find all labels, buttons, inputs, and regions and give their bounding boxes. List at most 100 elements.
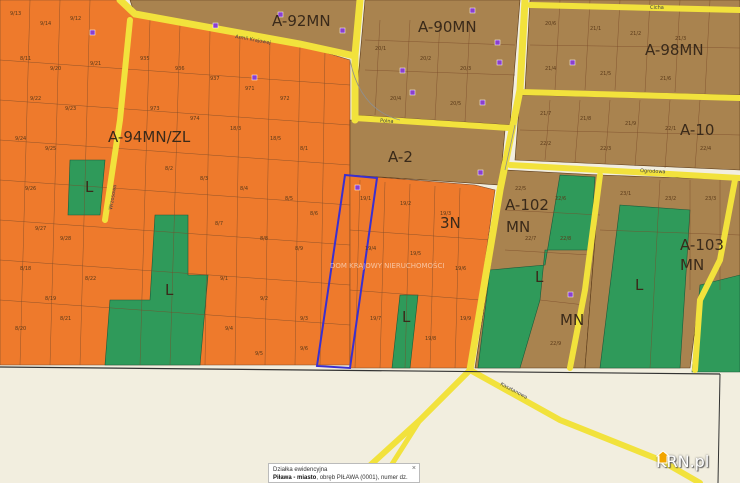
parcel-number: 19/4 (365, 246, 376, 252)
zone-label-14: L (165, 281, 174, 299)
parcel-number: 20/1 (375, 46, 386, 52)
parcel-number: 936 (175, 66, 185, 72)
parcel-number: 8/7 (215, 221, 223, 227)
parcel-number: 21/6 (660, 76, 671, 82)
parcel-number: 21/1 (590, 26, 601, 32)
zone-label-5: A-10 (680, 121, 714, 139)
zone-label-6: A-102 (505, 196, 549, 214)
parcel-number: 937 (210, 76, 220, 82)
parcel-number: 19/1 (360, 196, 371, 202)
zone-label-7: A-103 (680, 236, 724, 254)
watermark-text: DOM KRAJOWY NIERUCHOMOŚCI (330, 261, 444, 270)
parcel-number: 20/4 (390, 96, 401, 102)
parcel-number: 8/21 (60, 316, 71, 322)
parcel-number: 8/9 (295, 246, 303, 252)
parcel-number: 9/12 (70, 16, 81, 22)
parcel-number: 19/7 (370, 316, 381, 322)
parcel-number: 21/2 (630, 31, 641, 37)
cadastral-map[interactable]: A-94MN/ZL A-92MN A-90MN A-98MN A-10 A-10… (0, 0, 740, 483)
parcel-number: 19/9 (460, 316, 471, 322)
parcel-number: 22/1 (665, 126, 676, 132)
parcel-number: 9/20 (50, 66, 61, 72)
parcel-number: 19/5 (410, 251, 421, 257)
parcel-number: 9/25 (45, 146, 56, 152)
popup-close-button[interactable]: × (412, 465, 416, 473)
parcel-number: 972 (280, 96, 290, 102)
parcel-number: 21/3 (675, 36, 686, 42)
parcel-number: 21/9 (625, 121, 636, 127)
parcel-number: 9/2 (260, 296, 268, 302)
parcel-number: 9/6 (300, 346, 308, 352)
parcel-number: 973 (150, 106, 160, 112)
parcel-number: 8/19 (45, 296, 56, 302)
parcel-number: 21/8 (580, 116, 591, 122)
popup-details: Piława - miasto, obręb PIŁAWA (0001), nu… (273, 474, 415, 483)
popup-title: Działka ewidencyjna (273, 467, 328, 473)
parcel-number: 19/3 (440, 211, 451, 217)
parcel-number: 9/4 (225, 326, 233, 332)
parcel-number: 9/14 (40, 21, 51, 27)
parcel-number: 18/5 (270, 136, 281, 142)
parcel-number: 9/24 (15, 136, 26, 142)
parcel-number: 9/21 (90, 61, 101, 67)
parcel-number: 23/3 (705, 196, 716, 202)
street-label-1: Cicha (650, 5, 664, 11)
parcel-number: 22/5 (515, 186, 526, 192)
parcel-number: 974 (190, 116, 200, 122)
zone-label-15: L (402, 308, 411, 326)
street-label-3: Polna (380, 118, 394, 125)
zone-label-1: A-94MN/ZL (108, 128, 191, 146)
parcel-number: 19/2 (400, 201, 411, 207)
parcel-number: 9/26 (25, 186, 36, 192)
zone-label-16: L (535, 268, 544, 286)
parcel-number: 9/23 (65, 106, 76, 112)
parcel-number: 20/5 (450, 101, 461, 107)
map-canvas[interactable]: A-94MN/ZL A-92MN A-90MN A-98MN A-10 A-10… (0, 0, 740, 483)
parcel-number: 20/3 (460, 66, 471, 72)
parcel-number: 9/28 (60, 236, 71, 242)
zone-label-3: A-90MN (418, 18, 477, 36)
parcel-number: 8/3 (200, 176, 208, 182)
parcel-number: 23/2 (665, 196, 676, 202)
zone-label-11: MN (560, 311, 584, 329)
parcel-number: 18/3 (230, 126, 241, 132)
parcel-number: 21/5 (600, 71, 611, 77)
zone-label-9: MN (506, 218, 530, 236)
house-icon (656, 450, 670, 464)
parcel-number: 21/7 (540, 111, 551, 117)
parcel-number: 935 (140, 56, 150, 62)
parcel-number: 23/1 (620, 191, 631, 197)
parcel-number: 21/4 (545, 66, 556, 72)
parcel-number: 9/3 (300, 316, 308, 322)
parcel-number: 22/2 (540, 141, 551, 147)
parcel-number: 9/22 (30, 96, 41, 102)
parcel-number: 22/6 (555, 196, 566, 202)
zone-label-8: A-2 (388, 148, 413, 166)
popup-location: Piława - miasto (273, 475, 317, 481)
parcel-number: 8/4 (240, 186, 248, 192)
parcel-number: 9/27 (35, 226, 46, 232)
parcel-number: 22/4 (700, 146, 711, 152)
parcel-number: 20/2 (420, 56, 431, 62)
parcel-number: 19/6 (455, 266, 466, 272)
parcel-number: 20/6 (545, 21, 556, 27)
parcel-number: 8/6 (310, 211, 318, 217)
parcel-info-popup: × Działka ewidencyjna Piława - miasto, o… (268, 463, 420, 483)
parcel-number: 8/2 (165, 166, 173, 172)
krn-logo[interactable]: KRN.pl (656, 450, 709, 472)
parcel-number: 971 (245, 86, 255, 92)
zone-label-4: A-98MN (645, 41, 704, 59)
parcel-number: 22/3 (600, 146, 611, 152)
parcel-number: 9/1 (220, 276, 228, 282)
parcel-number: 8/18 (20, 266, 31, 272)
parcel-number: 8/1 (300, 146, 308, 152)
parcel-number: 19/8 (425, 336, 436, 342)
parcel-number: 8/5 (285, 196, 293, 202)
parcel-number: 22/7 (525, 236, 536, 242)
zone-label-10: MN (680, 256, 704, 274)
parcel-number: 9/5 (255, 351, 263, 357)
zone-label-13: L (85, 178, 94, 196)
parcel-number: 8/8 (260, 236, 268, 242)
parcel-number: 22/9 (550, 341, 561, 347)
zone-label-2: A-92MN (272, 12, 331, 30)
